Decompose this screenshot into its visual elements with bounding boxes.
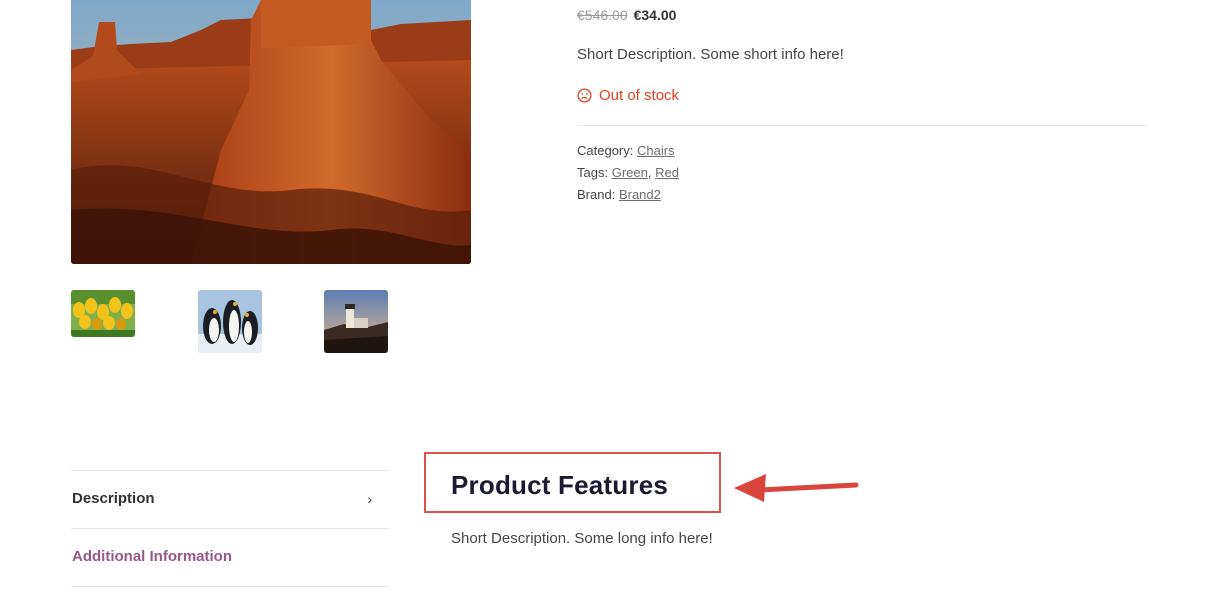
stock-status-text: Out of stock <box>599 87 680 104</box>
tag-link-green[interactable]: Green <box>612 165 648 180</box>
product-brand: Brand: Brand2 <box>577 187 661 202</box>
tab-additional-information-label: Additional Information <box>72 548 232 565</box>
thumbnail-tulips[interactable] <box>71 290 135 337</box>
panel-body: Short Description. Some long info here! <box>451 530 713 547</box>
stock-status: Out of stock <box>577 87 679 104</box>
short-description: Short Description. Some short info here! <box>577 46 844 63</box>
regular-price: €546.00 <box>577 7 628 23</box>
thumbnail-lighthouse[interactable] <box>324 290 388 353</box>
chevron-right-icon: › <box>367 490 372 507</box>
red-arrow-icon <box>734 474 859 502</box>
thumbnail-penguins[interactable] <box>198 290 262 353</box>
tab-description[interactable]: Description › <box>72 490 372 507</box>
divider <box>577 125 1147 126</box>
tab-description-label: Description <box>72 490 155 507</box>
price: €546.00 €34.00 <box>577 6 676 24</box>
product-tags: Tags: Green, Red <box>577 165 679 180</box>
panel-title: Product Features <box>451 470 669 500</box>
product-main-image[interactable] <box>71 0 471 264</box>
tab-divider <box>71 586 389 587</box>
brand-label: Brand: <box>577 187 616 202</box>
tab-divider <box>71 470 389 471</box>
sad-face-icon <box>577 88 592 103</box>
brand-link[interactable]: Brand2 <box>619 187 661 202</box>
category-label: Category: <box>577 143 634 158</box>
tag-separator: , <box>647 165 652 180</box>
product-category: Category: Chairs <box>577 143 675 158</box>
tab-divider <box>71 528 389 529</box>
tags-label: Tags: <box>577 165 609 180</box>
category-link-chairs[interactable]: Chairs <box>637 143 675 158</box>
sale-price: €34.00 <box>633 7 677 23</box>
tag-link-red[interactable]: Red <box>655 165 679 180</box>
tab-additional-information[interactable]: Additional Information <box>72 548 372 565</box>
